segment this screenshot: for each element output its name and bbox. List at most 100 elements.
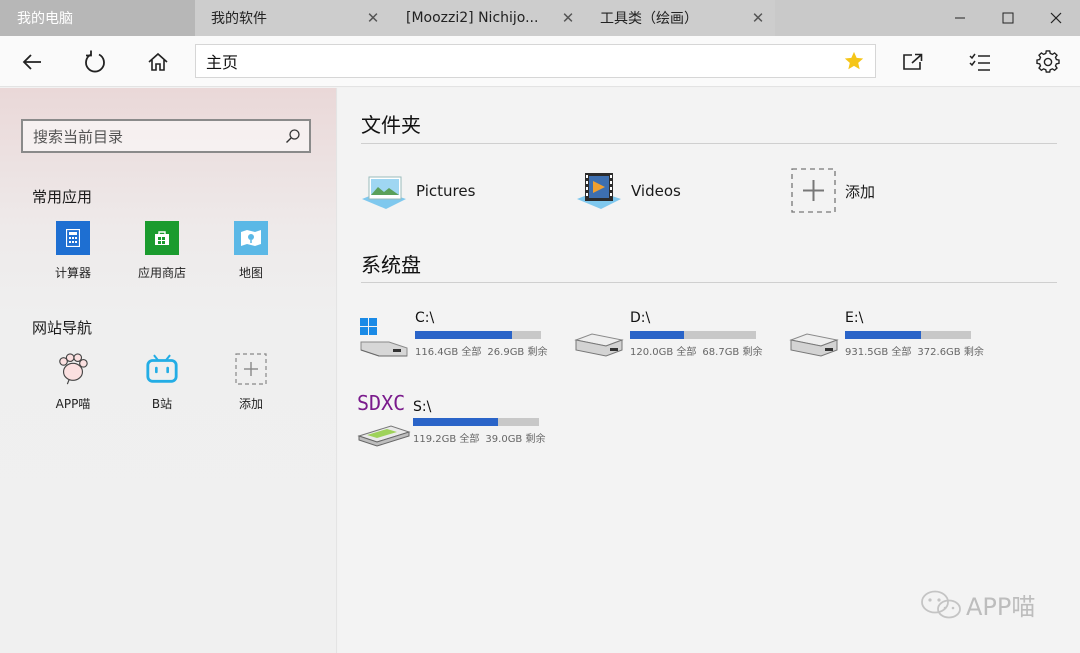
drive-usage-fill [415,331,512,339]
section-divider [361,282,1057,283]
add-icon [234,352,268,386]
address-bar[interactable]: 主页 [195,44,876,78]
app-label: 计算器 [54,266,91,280]
site-tile-app-miao[interactable]: APP喵 [33,352,113,412]
task-list-button[interactable] [962,44,998,80]
drive-total: 116.4GB 全部 [415,347,482,358]
address-text: 主页 [206,53,239,72]
close-window-button[interactable] [1032,0,1080,36]
drive-free: 372.6GB 剩余 [917,347,984,358]
drive-free: 26.9GB 剩余 [487,347,548,358]
checklist-icon [969,53,990,71]
drive-name: S:\ [413,399,432,415]
settings-button[interactable] [1030,44,1066,80]
tab-my-software[interactable]: 我的软件 ✕ [195,0,390,36]
folder-label: 添加 [845,182,876,201]
drive-usage-bar [413,418,539,426]
hard-drive-icon [574,333,624,357]
site-label: APP喵 [55,397,91,411]
back-button[interactable] [14,44,50,80]
wechat-icon [921,590,961,618]
drive-info: 116.4GB 全部 26.9GB 剩余 [415,343,553,358]
site-label: B站 [151,397,173,411]
site-tile-add[interactable]: 添加 [211,352,291,412]
calculator-icon [56,221,90,255]
minimize-button[interactable] [936,0,984,36]
drive-total: 120.0GB 全部 [630,347,697,358]
maximize-button[interactable] [984,0,1032,36]
close-tab-icon[interactable]: ✕ [364,9,382,27]
folder-pictures[interactable]: Pictures [360,166,475,216]
folder-videos[interactable]: Videos [575,166,681,216]
bilibili-icon [145,352,179,386]
drive-info: 120.0GB 全部 68.7GB 剩余 [630,343,768,358]
app-tile-store[interactable]: 应用商店 [122,221,202,281]
drive-info: 931.5GB 全部 372.6GB 剩余 [845,343,990,358]
drive-total: 119.2GB 全部 [413,434,480,445]
refresh-button[interactable] [77,44,113,80]
tab-my-computer[interactable]: 我的电脑 [0,0,195,36]
folder-label: Pictures [416,182,476,200]
drives-heading: 系统盘 [361,253,421,277]
main-panel: 文件夹 Pictures Videos 添加 系统盘 C:\ 116.4GB 全… [338,88,1080,653]
drive-s[interactable]: SDXC S:\ 119.2GB 全部 39.0GB 剩余 [357,388,557,448]
windows-drive-icon [360,318,408,357]
tab-label: 工具类（绘画） [600,11,698,27]
favorite-star-icon[interactable] [843,50,865,72]
search-input[interactable]: 搜索当前目录 [21,119,311,153]
drive-usage-bar [415,331,541,339]
drive-d[interactable]: D:\ 120.0GB 全部 68.7GB 剩余 [574,310,774,370]
folders-heading: 文件夹 [361,113,421,137]
tab-bar: 我的电脑 我的软件 ✕ [Moozzi2] Nichijo... ✕ 工具类（绘… [0,0,1080,36]
tab-label: 我的软件 [211,11,267,27]
app-tile-calculator[interactable]: 计算器 [33,221,113,281]
site-tile-bilibili[interactable]: B站 [122,352,202,412]
close-icon [1050,12,1062,24]
site-label: 添加 [238,397,263,411]
back-arrow-icon [22,54,41,70]
drive-e[interactable]: E:\ 931.5GB 全部 372.6GB 剩余 [789,310,989,370]
store-icon [145,221,179,255]
drive-total: 931.5GB 全部 [845,347,912,358]
app-tile-maps[interactable]: 地图 [211,221,291,281]
drive-usage-bar [845,331,971,339]
add-icon [791,168,836,213]
toolbar: 主页 [0,36,1080,87]
drive-usage-fill [845,331,921,339]
gear-icon [1036,50,1060,73]
app-miao-paw-icon [56,352,90,386]
refresh-icon [85,50,105,73]
tab-label: 我的电脑 [17,11,73,27]
hard-drive-icon [789,333,839,357]
drive-name: D:\ [630,310,651,326]
drive-name: E:\ [845,310,864,326]
tab-moozzi[interactable]: [Moozzi2] Nichijo... ✕ [390,0,585,36]
drive-c[interactable]: C:\ 116.4GB 全部 26.9GB 剩余 [359,310,559,370]
sidebar: 搜索当前目录 常用应用 计算器 应用商店 地图 网站导航 APP喵 B站 添加 [0,88,337,653]
folder-add[interactable]: 添加 [791,166,875,216]
common-apps-heading: 常用应用 [32,188,93,206]
close-tab-icon[interactable]: ✕ [559,9,577,27]
section-divider [361,143,1057,144]
tab-label: [Moozzi2] Nichijo... [406,10,539,26]
open-external-icon [903,53,923,70]
home-icon [148,52,168,71]
watermark-text: APP喵 [966,593,1036,621]
sdxc-badge: SDXC [357,391,405,415]
app-label: 应用商店 [137,266,186,280]
open-external-button[interactable] [894,44,930,80]
watermark: APP喵 [920,587,1035,622]
sites-heading: 网站导航 [32,319,93,337]
search-icon[interactable] [285,128,301,144]
app-label: 地图 [238,266,263,280]
tab-tools-painting[interactable]: 工具类（绘画） ✕ [585,0,775,36]
maximize-icon [1002,12,1014,24]
drive-free: 68.7GB 剩余 [702,347,763,358]
maps-icon [234,221,268,255]
home-button[interactable] [140,44,176,80]
minimize-icon [955,17,965,19]
pictures-folder-icon [362,176,406,209]
drive-usage-fill [413,418,498,426]
close-tab-icon[interactable]: ✕ [749,9,767,27]
folder-label: Videos [631,182,681,200]
